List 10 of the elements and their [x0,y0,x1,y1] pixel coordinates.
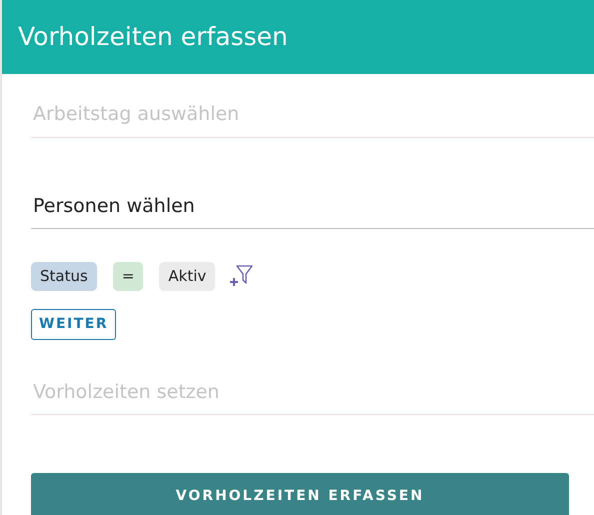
add-filter-icon[interactable] [229,264,254,288]
filter-chip[interactable]: Aktiv [159,262,216,290]
page-title: Vorholzeiten erfassen [18,22,288,52]
submit-button[interactable]: VORHOLZEITEN ERFASSEN [31,473,569,515]
workday-field[interactable]: Arbeitstag auswählen [31,86,594,138]
persons-field[interactable]: Personen wählen [31,178,594,229]
next-button[interactable]: WEITER [31,308,116,340]
filter-chip[interactable]: = [112,262,144,290]
times-field[interactable]: Vorholzeiten setzen [31,364,594,415]
filter-chip[interactable]: Status [31,262,97,290]
